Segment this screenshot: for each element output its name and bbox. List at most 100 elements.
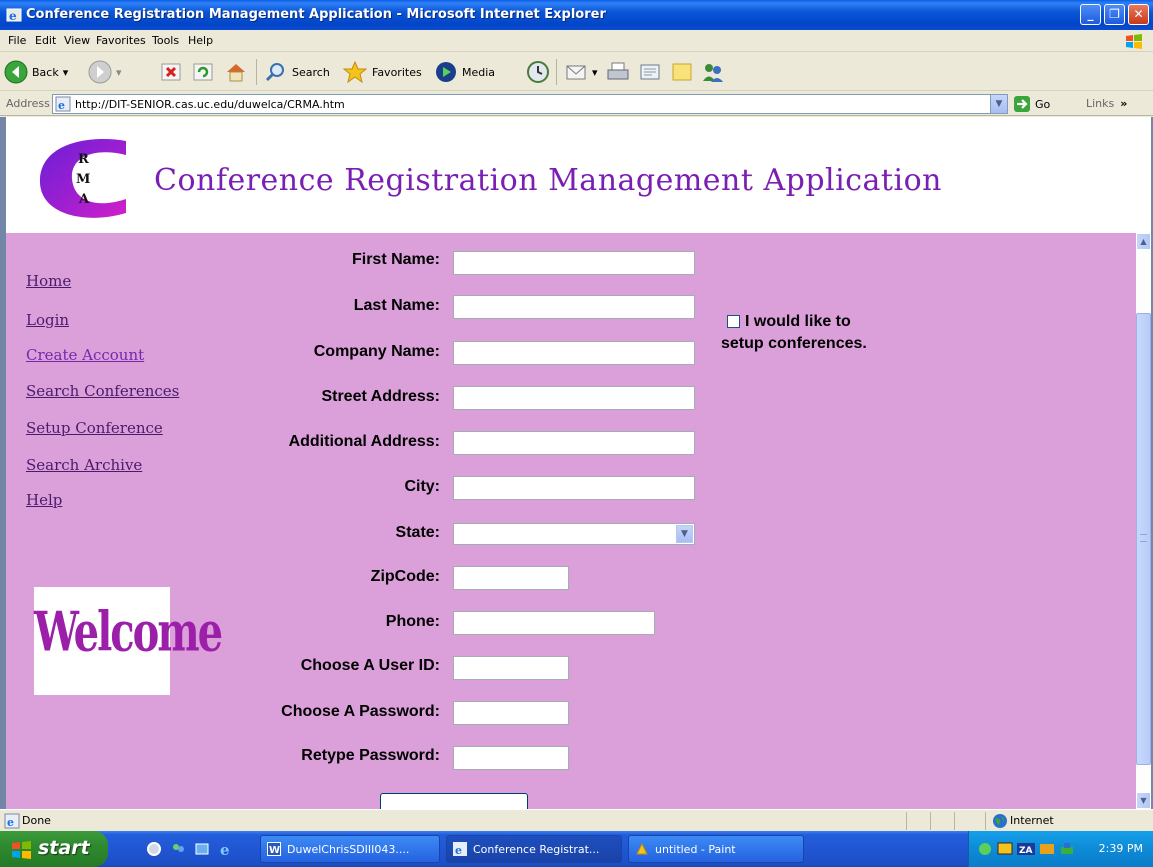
windows-logo-icon bbox=[1126, 34, 1142, 49]
taskbar: start e W DuwelChrisSDIII043.... e Confe… bbox=[0, 831, 1153, 867]
nav-create-account-link[interactable]: Create Account bbox=[26, 346, 144, 364]
grip-icon bbox=[1140, 534, 1147, 542]
zipcode-label: ZipCode: bbox=[370, 568, 440, 585]
menu-favorites[interactable]: Favorites bbox=[96, 34, 146, 47]
menu-help[interactable]: Help bbox=[188, 34, 213, 47]
maximize-button[interactable]: ❐ bbox=[1104, 4, 1125, 25]
first-name-input[interactable] bbox=[453, 251, 695, 275]
last-name-label: Last Name: bbox=[353, 297, 440, 314]
media-icon bbox=[436, 62, 456, 82]
ie-page-icon: e bbox=[55, 96, 71, 112]
additional-address-label: Additional Address: bbox=[288, 433, 440, 450]
system-tray: ZA 2:39 PM bbox=[968, 831, 1153, 867]
taskbar-item-ie[interactable]: e Conference Registrat... bbox=[446, 835, 622, 863]
window-title-bar[interactable]: e Conference Registration Management App… bbox=[0, 0, 1153, 30]
quicklaunch-ie-icon[interactable]: e bbox=[218, 841, 234, 857]
standard-toolbar: Back ▾ ▾ Search Favorites Media ▾ bbox=[0, 53, 1153, 91]
page-title: Conference Registration Management Appli… bbox=[154, 163, 942, 198]
media-button[interactable]: Media bbox=[434, 59, 495, 85]
refresh-button[interactable] bbox=[192, 59, 214, 85]
taskbar-item-word[interactable]: W DuwelChrisSDIII043.... bbox=[260, 835, 440, 863]
registration-area: Home Login Create Account Search Confere… bbox=[6, 233, 1136, 809]
close-button[interactable]: ✕ bbox=[1128, 4, 1149, 25]
welcome-image: Welcome bbox=[34, 587, 223, 695]
taskbar-item-paint[interactable]: untitled - Paint bbox=[628, 835, 804, 863]
phone-label: Phone: bbox=[385, 613, 440, 630]
ie-page-icon: e bbox=[4, 813, 20, 829]
last-name-input[interactable] bbox=[453, 295, 695, 319]
quicklaunch-gear-icon[interactable] bbox=[146, 841, 162, 857]
back-button[interactable]: Back ▾ bbox=[4, 59, 68, 85]
print-button[interactable] bbox=[606, 59, 630, 85]
favorites-button[interactable]: Favorites bbox=[342, 59, 422, 85]
setup-conferences-label: I would like to setup conferences. bbox=[721, 313, 867, 352]
start-button[interactable]: start bbox=[0, 831, 108, 867]
additional-address-input[interactable] bbox=[453, 431, 695, 455]
scroll-up-button[interactable]: ▲ bbox=[1136, 233, 1151, 250]
tray-network-icon[interactable] bbox=[977, 841, 993, 857]
nav-home-link[interactable]: Home bbox=[26, 272, 71, 290]
retype-password-input[interactable] bbox=[453, 746, 569, 770]
city-input[interactable] bbox=[453, 476, 695, 500]
welcome-text: Welcome bbox=[34, 600, 223, 665]
forward-button[interactable]: ▾ bbox=[88, 59, 122, 85]
mail-button[interactable]: ▾ bbox=[564, 59, 598, 85]
home-icon bbox=[227, 64, 245, 82]
home-button[interactable] bbox=[224, 59, 248, 85]
tray-safely-remove-icon[interactable] bbox=[1059, 841, 1075, 857]
submit-button[interactable] bbox=[380, 793, 528, 809]
company-name-input[interactable] bbox=[453, 341, 695, 365]
nav-search-conferences-link[interactable]: Search Conferences bbox=[26, 382, 179, 400]
logo-letter-a: A bbox=[78, 192, 90, 207]
discuss-button[interactable] bbox=[670, 59, 694, 85]
stop-button[interactable] bbox=[160, 59, 182, 85]
go-label: Go bbox=[1035, 97, 1051, 111]
menu-file[interactable]: File bbox=[8, 34, 26, 47]
tray-media-icon[interactable] bbox=[1039, 841, 1055, 857]
address-input[interactable]: e http://DIT-SENIOR.cas.uc.edu/duwelca/C… bbox=[52, 94, 1008, 114]
globe-icon bbox=[993, 814, 1007, 828]
street-address-input[interactable] bbox=[453, 386, 695, 410]
first-name-label: First Name: bbox=[351, 251, 440, 268]
city-label: City: bbox=[404, 478, 440, 495]
minimize-button[interactable]: _ bbox=[1080, 4, 1101, 25]
nav-search-archive-link[interactable]: Search Archive bbox=[26, 456, 142, 474]
scroll-down-button[interactable]: ▼ bbox=[1136, 792, 1151, 809]
phone-input[interactable] bbox=[453, 611, 655, 635]
page-header: R M A Conference Registration Management… bbox=[6, 117, 1151, 233]
menu-tools[interactable]: Tools bbox=[152, 34, 179, 47]
tray-zonealarm-icon[interactable]: ZA bbox=[1017, 841, 1035, 857]
password-input[interactable] bbox=[453, 701, 569, 725]
menu-view[interactable]: View bbox=[64, 34, 90, 47]
nav-setup-conference-link[interactable]: Setup Conference bbox=[26, 419, 163, 437]
history-button[interactable] bbox=[526, 59, 550, 85]
tray-display-icon[interactable] bbox=[997, 841, 1013, 857]
links-toolbar[interactable]: Links » bbox=[1086, 97, 1127, 110]
logo-letter-r: R bbox=[78, 152, 89, 167]
note-icon bbox=[672, 63, 692, 81]
address-dropdown-button[interactable]: ▼ bbox=[990, 95, 1007, 113]
quicklaunch-messenger-icon[interactable] bbox=[170, 841, 186, 857]
nav-help-link[interactable]: Help bbox=[26, 491, 62, 509]
security-zone: Internet bbox=[1010, 814, 1054, 827]
print-icon bbox=[607, 62, 629, 80]
user-id-input[interactable] bbox=[453, 656, 569, 680]
state-select[interactable]: ▼ bbox=[453, 523, 695, 545]
zipcode-input[interactable] bbox=[453, 566, 569, 590]
menu-edit[interactable]: Edit bbox=[35, 34, 56, 47]
go-button[interactable]: Go bbox=[1013, 95, 1050, 113]
vertical-scrollbar[interactable]: ▲ ▼ bbox=[1136, 233, 1151, 809]
address-label: Address bbox=[6, 97, 50, 110]
edit-button[interactable] bbox=[638, 59, 662, 85]
chevron-down-icon: ▼ bbox=[676, 525, 693, 543]
messenger-button[interactable] bbox=[700, 59, 726, 85]
minimize-icon: _ bbox=[1087, 7, 1094, 21]
history-icon bbox=[527, 61, 549, 83]
nav-login-link[interactable]: Login bbox=[26, 311, 69, 329]
forward-arrow-icon bbox=[88, 60, 112, 84]
search-button[interactable]: Search bbox=[264, 59, 330, 85]
chevron-down-icon: ▼ bbox=[995, 99, 1003, 109]
status-bar: e Done Internet bbox=[0, 809, 1153, 831]
quicklaunch-desktop-icon[interactable] bbox=[194, 841, 210, 857]
scroll-thumb[interactable] bbox=[1136, 313, 1151, 765]
